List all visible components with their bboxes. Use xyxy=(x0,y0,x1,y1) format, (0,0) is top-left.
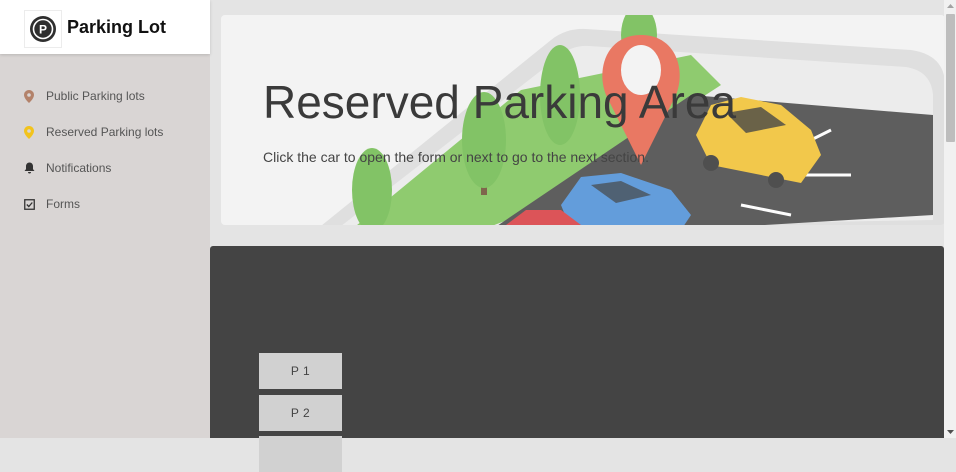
sidebar-item-public-parking[interactable]: Public Parking lots xyxy=(0,81,210,111)
logo-letter: P xyxy=(39,23,47,37)
sidebar-item-label: Public Parking lots xyxy=(46,89,145,103)
sidebar-item-notifications[interactable]: Notifications xyxy=(0,153,210,183)
map-pin-icon xyxy=(22,125,36,139)
brand-header[interactable]: P Parking Lot xyxy=(0,0,210,54)
sidebar-item-label: Forms xyxy=(46,197,80,211)
page-scrollbar[interactable] xyxy=(944,0,956,438)
page-subtitle: Click the car to open the form or next t… xyxy=(263,149,649,165)
scrollbar-thumb[interactable] xyxy=(946,14,955,142)
sidebar-item-label: Notifications xyxy=(46,161,112,175)
parking-slot-p1[interactable]: P 1 xyxy=(259,353,342,389)
parking-slot-p2[interactable]: P 2 xyxy=(259,395,342,431)
checkbox-icon xyxy=(22,197,36,211)
hero-banner: Reserved Parking Area Click the car to o… xyxy=(221,15,945,225)
app-title: Parking Lot xyxy=(67,17,167,37)
page-title: Reserved Parking Area xyxy=(263,76,737,128)
sidebar: P Parking Lot Public Parking lots Reserv… xyxy=(0,0,210,438)
sidebar-item-reserved-parking[interactable]: Reserved Parking lots xyxy=(0,117,210,147)
scroll-down-icon[interactable] xyxy=(944,426,956,438)
parking-slots-panel: P 1 P 2 xyxy=(210,246,944,472)
sidebar-item-forms[interactable]: Forms xyxy=(0,189,210,219)
scroll-up-icon[interactable] xyxy=(944,0,956,12)
map-pin-icon xyxy=(22,89,36,103)
bell-icon xyxy=(22,161,36,175)
sidebar-item-label: Reserved Parking lots xyxy=(46,125,164,139)
parking-logo-icon: P xyxy=(24,10,62,48)
parking-slot-p3[interactable] xyxy=(259,436,342,472)
